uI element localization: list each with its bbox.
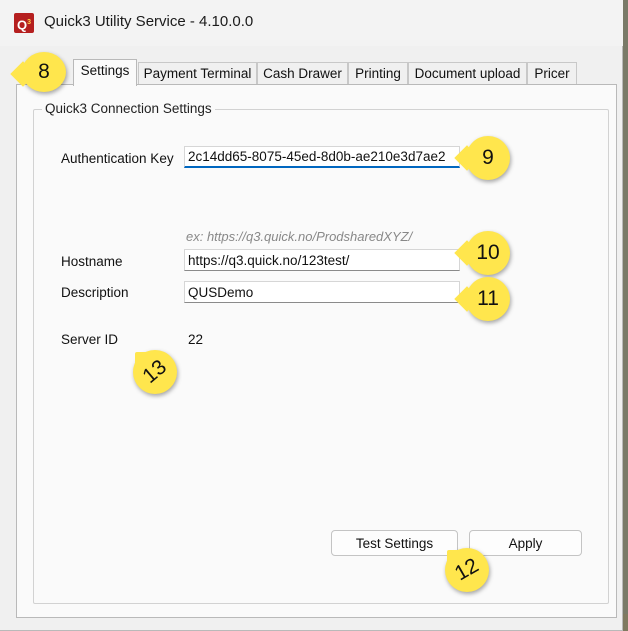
callout-11: 11 xyxy=(466,277,510,321)
group-title: Quick3 Connection Settings xyxy=(42,101,215,116)
title-bar[interactable]: Q3 Quick3 Utility Service - 4.10.0.0 xyxy=(0,0,623,46)
hostname-hint: ex: https://q3.quick.no/ProdsharedXYZ/ xyxy=(186,229,413,244)
q3-app-icon: Q3 xyxy=(14,13,34,33)
apply-button[interactable]: Apply xyxy=(469,530,582,556)
callout-13: 13 xyxy=(133,350,177,394)
tab-printing[interactable]: Printing xyxy=(348,62,408,84)
tab-settings[interactable]: Settings xyxy=(73,59,137,86)
tab-pricer[interactable]: Pricer xyxy=(527,62,577,84)
description-input[interactable] xyxy=(184,281,460,303)
auth-key-label: Authentication Key xyxy=(61,151,174,166)
test-settings-button[interactable]: Test Settings xyxy=(331,530,458,556)
server-id-label: Server ID xyxy=(61,332,119,347)
callout-12: 12 xyxy=(445,548,489,592)
callout-9: 9 xyxy=(466,136,510,180)
tab-payment-terminal[interactable]: Payment Terminal xyxy=(138,62,257,84)
app-window: Q3 Quick3 Utility Service - 4.10.0.0 Set… xyxy=(0,0,623,631)
description-label: Description xyxy=(61,285,129,300)
callout-8: 8 xyxy=(22,52,66,92)
tab-document-upload[interactable]: Document upload xyxy=(408,62,527,84)
tab-strip: Settings Payment Terminal Cash Drawer Pr… xyxy=(16,59,616,86)
hostname-input[interactable] xyxy=(184,249,460,271)
window-title: Quick3 Utility Service - 4.10.0.0 xyxy=(44,13,254,30)
hostname-label: Hostname xyxy=(61,254,123,269)
callout-10: 10 xyxy=(466,231,510,275)
server-id-value: 22 xyxy=(188,332,204,347)
auth-key-input[interactable] xyxy=(184,146,460,168)
tab-cash-drawer[interactable]: Cash Drawer xyxy=(257,62,348,84)
